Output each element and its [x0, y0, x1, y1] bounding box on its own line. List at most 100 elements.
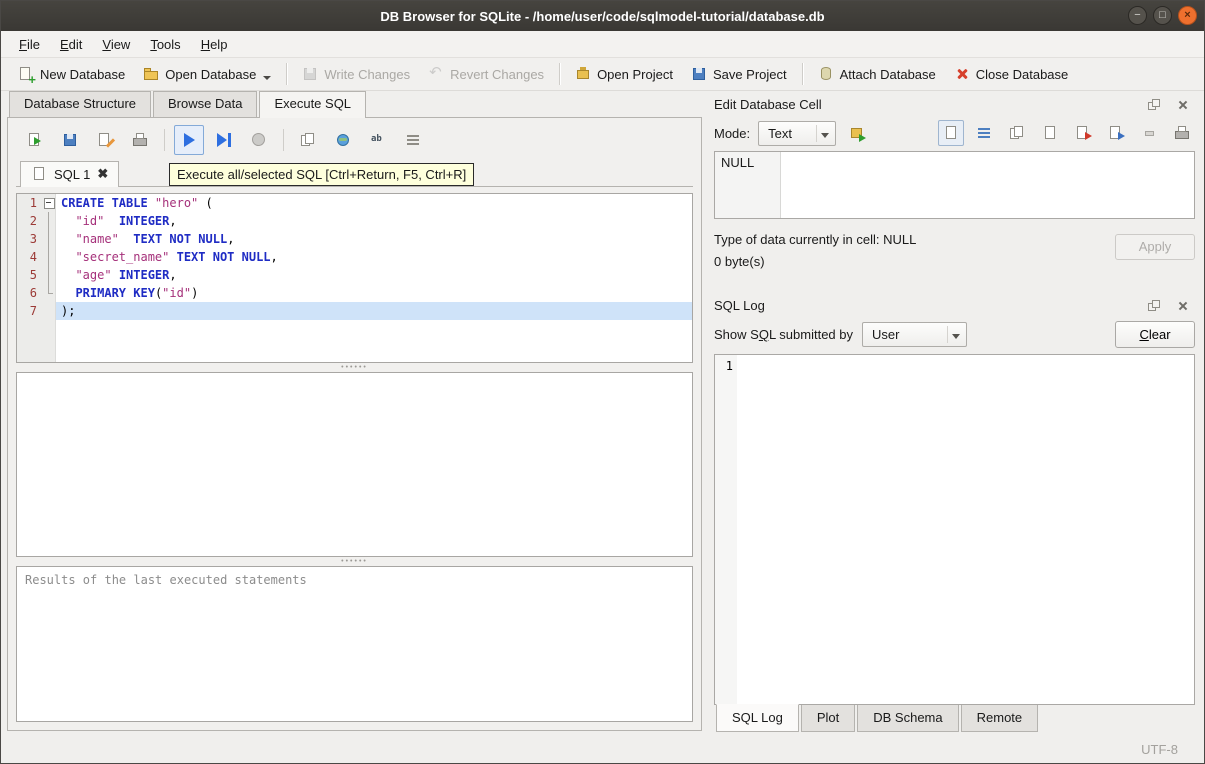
new-database-label: New Database	[40, 66, 126, 82]
fold-margin[interactable]	[42, 194, 56, 212]
tab-browse-data[interactable]: Browse Data	[153, 91, 258, 117]
sql-log-title: SQL Log	[714, 297, 765, 313]
paste-cell-button[interactable]	[1037, 120, 1063, 146]
token: ,	[169, 214, 177, 228]
menu-bar: File Edit View Tools Help	[1, 31, 1204, 58]
minimize-button[interactable]: −	[1128, 6, 1147, 25]
write-changes-button[interactable]: Write Changes	[293, 61, 419, 87]
menu-view[interactable]: View	[92, 33, 140, 56]
tab-db-schema[interactable]: DB Schema	[857, 705, 959, 732]
code-text: PRIMARY KEY("id")	[56, 284, 692, 302]
export-cell-button[interactable]	[1103, 120, 1129, 146]
close-tab-icon[interactable]: ✖	[97, 167, 108, 180]
open-database-label: Open Database	[165, 66, 257, 82]
stop-execution-button[interactable]	[244, 125, 274, 155]
code-area	[56, 320, 692, 362]
menu-file[interactable]: File	[9, 33, 50, 56]
write-changes-label: Write Changes	[324, 66, 411, 82]
close-dock-icon	[1175, 97, 1190, 112]
encoding-indicator[interactable]: UTF-8	[1141, 742, 1178, 757]
line-number: 7	[17, 302, 42, 320]
code-line: 2 "id" INTEGER,	[17, 212, 692, 230]
sql-file-icon	[31, 166, 47, 182]
word-wrap-button[interactable]	[971, 120, 997, 146]
fold-margin	[42, 230, 56, 248]
tab-database-structure[interactable]: Database Structure	[9, 91, 152, 117]
attach-database-button[interactable]: Attach Database	[809, 61, 945, 87]
results-table-area[interactable]	[16, 372, 693, 557]
menu-edit[interactable]: Edit	[50, 33, 92, 56]
execute-all-button[interactable]	[174, 125, 204, 155]
new-database-button[interactable]: New Database	[9, 61, 134, 87]
tab-sql-log[interactable]: SQL Log	[716, 704, 799, 732]
execute-current-line-button[interactable]	[209, 125, 239, 155]
close-dock-button[interactable]	[1169, 91, 1195, 117]
maximize-button[interactable]: □	[1153, 6, 1172, 25]
set-null-button[interactable]	[1136, 120, 1162, 146]
menu-help[interactable]: Help	[191, 33, 238, 56]
splitter-handle[interactable]	[16, 363, 693, 372]
edit-cell-title: Edit Database Cell	[714, 96, 822, 112]
import-data-icon	[849, 125, 867, 142]
save-sql-file-as-button[interactable]	[90, 125, 120, 155]
save-project-button[interactable]: Save Project	[682, 61, 796, 87]
text-mode-button[interactable]	[938, 120, 964, 146]
cell-editor-gutter: NULL	[715, 152, 781, 218]
sql-editor[interactable]: 1 CREATE TABLE "hero" (2 "id" INTEGER, 3 "…	[16, 193, 693, 363]
revert-changes-button[interactable]: Revert Changes	[419, 61, 553, 87]
tab-plot[interactable]: Plot	[800, 705, 856, 732]
mode-label: Mode:	[714, 125, 751, 141]
copy-cell-button[interactable]	[1004, 120, 1030, 146]
print-cell-button[interactable]	[1169, 120, 1195, 146]
code-line: 4 "secret_name" TEXT NOT NULL,	[17, 248, 692, 266]
cell-editor-text-area[interactable]	[781, 152, 1194, 218]
token: INTEGER	[118, 268, 170, 282]
code-text: "secret_name" TEXT NOT NULL,	[56, 248, 692, 266]
code-text: "name" TEXT NOT NULL,	[56, 230, 692, 248]
toolbar-separator	[286, 63, 288, 85]
print-sql-button[interactable]	[125, 125, 155, 155]
auto-format-button[interactable]	[398, 125, 428, 155]
float-dock-button[interactable]	[1140, 91, 1166, 117]
close-button[interactable]: ×	[1178, 6, 1197, 25]
new-sql-tab-button[interactable]	[293, 125, 323, 155]
splitter-handle[interactable]	[16, 557, 693, 566]
cell-value: NULL	[721, 155, 755, 170]
fold-margin	[42, 266, 56, 284]
mode-select[interactable]: Text	[758, 120, 837, 146]
log-filter-select[interactable]: User	[862, 322, 967, 347]
close-database-button[interactable]: Close Database	[945, 61, 1078, 87]
title-bar[interactable]: DB Browser for SQLite - /home/user/code/…	[1, 1, 1204, 31]
app-window: DB Browser for SQLite - /home/user/code/…	[0, 0, 1205, 764]
text-mode-icon	[943, 125, 959, 141]
float-dock-icon	[1146, 298, 1161, 313]
line-number: 6	[17, 284, 42, 302]
save-sql-file-button[interactable]	[55, 125, 85, 155]
tab-execute-sql[interactable]: Execute SQL	[259, 91, 367, 118]
tab-remote[interactable]: Remote	[960, 705, 1039, 732]
sql-log-area[interactable]: 1	[714, 354, 1195, 705]
auto-format-icon	[405, 132, 421, 148]
line-number: 3	[17, 230, 42, 248]
token: ,	[270, 250, 278, 264]
find-replace-button[interactable]	[363, 125, 393, 155]
close-dock-button[interactable]	[1169, 292, 1195, 318]
open-project-button[interactable]: Open Project	[566, 61, 682, 87]
clear-log-button[interactable]: Clear	[1115, 321, 1195, 348]
import-cell-button[interactable]	[1070, 120, 1096, 146]
sql-tab-sql1[interactable]: SQL 1 ✖	[20, 161, 120, 187]
apply-button[interactable]: Apply	[1115, 234, 1195, 260]
toolbar-separator	[801, 63, 803, 85]
code-text: CREATE TABLE "hero" (	[56, 194, 692, 212]
cell-editor[interactable]: NULL	[714, 151, 1195, 219]
menu-tools[interactable]: Tools	[140, 33, 190, 56]
import-data-button[interactable]	[844, 120, 870, 146]
open-database-button[interactable]: Open Database	[134, 61, 280, 87]
log-filter-value: User	[872, 327, 900, 342]
token: ,	[169, 268, 177, 282]
open-sql-file-button[interactable]	[20, 125, 50, 155]
open-in-browser-button[interactable]	[328, 125, 358, 155]
float-dock-button[interactable]	[1140, 292, 1166, 318]
